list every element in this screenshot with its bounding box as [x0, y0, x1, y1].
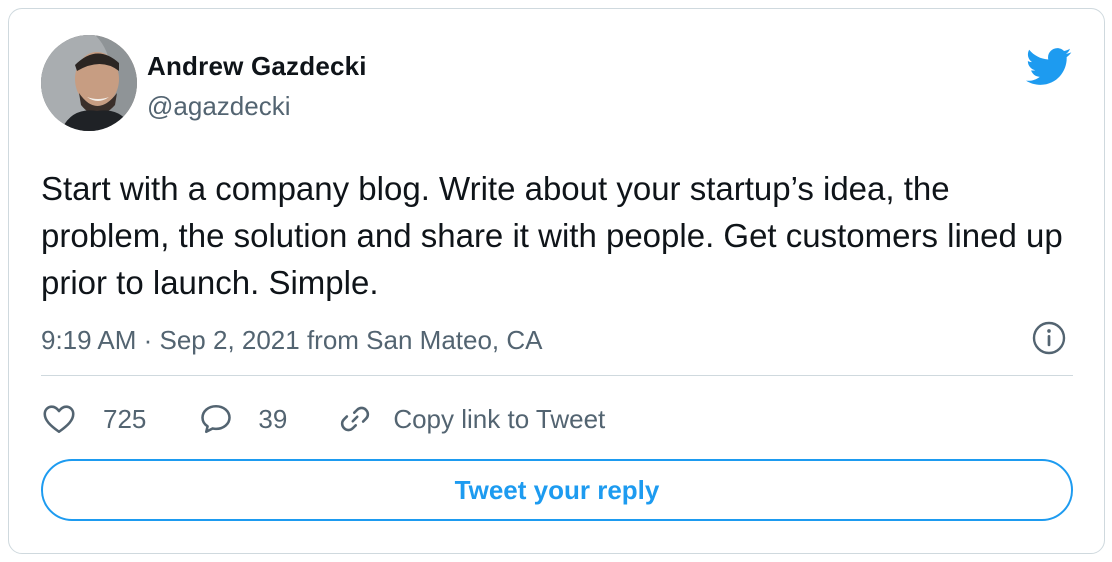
tweet-actions: 725 39 Copy link to Tweet	[41, 397, 605, 441]
divider	[41, 375, 1073, 376]
heart-icon	[43, 405, 75, 434]
author-name[interactable]: Andrew Gazdecki	[147, 51, 367, 82]
twitter-bird-icon[interactable]	[1026, 47, 1072, 87]
copy-link-label: Copy link to Tweet	[393, 403, 606, 434]
tweet-card: Andrew Gazdecki @agazdecki Start with a …	[8, 8, 1105, 554]
link-icon	[341, 406, 370, 432]
tweet-text: Start with a company blog. Write about y…	[41, 170, 1063, 301]
avatar[interactable]	[41, 35, 137, 131]
like-button[interactable]: 725	[41, 401, 146, 437]
tweet-your-reply-button[interactable]: Tweet your reply	[41, 459, 1073, 521]
avatar-image	[41, 35, 137, 131]
reply-count: 39	[258, 403, 288, 434]
reply-button[interactable]: 39	[198, 401, 287, 437]
like-count: 725	[103, 403, 147, 434]
author-handle[interactable]: @agazdecki	[147, 91, 290, 122]
reply-icon	[201, 404, 232, 434]
copy-link-button[interactable]: Copy link to Tweet	[337, 401, 605, 437]
info-icon[interactable]	[1031, 320, 1067, 356]
tweet-timestamp[interactable]: 9:19 AM · Sep 2, 2021 from San Mateo, CA	[41, 325, 543, 356]
